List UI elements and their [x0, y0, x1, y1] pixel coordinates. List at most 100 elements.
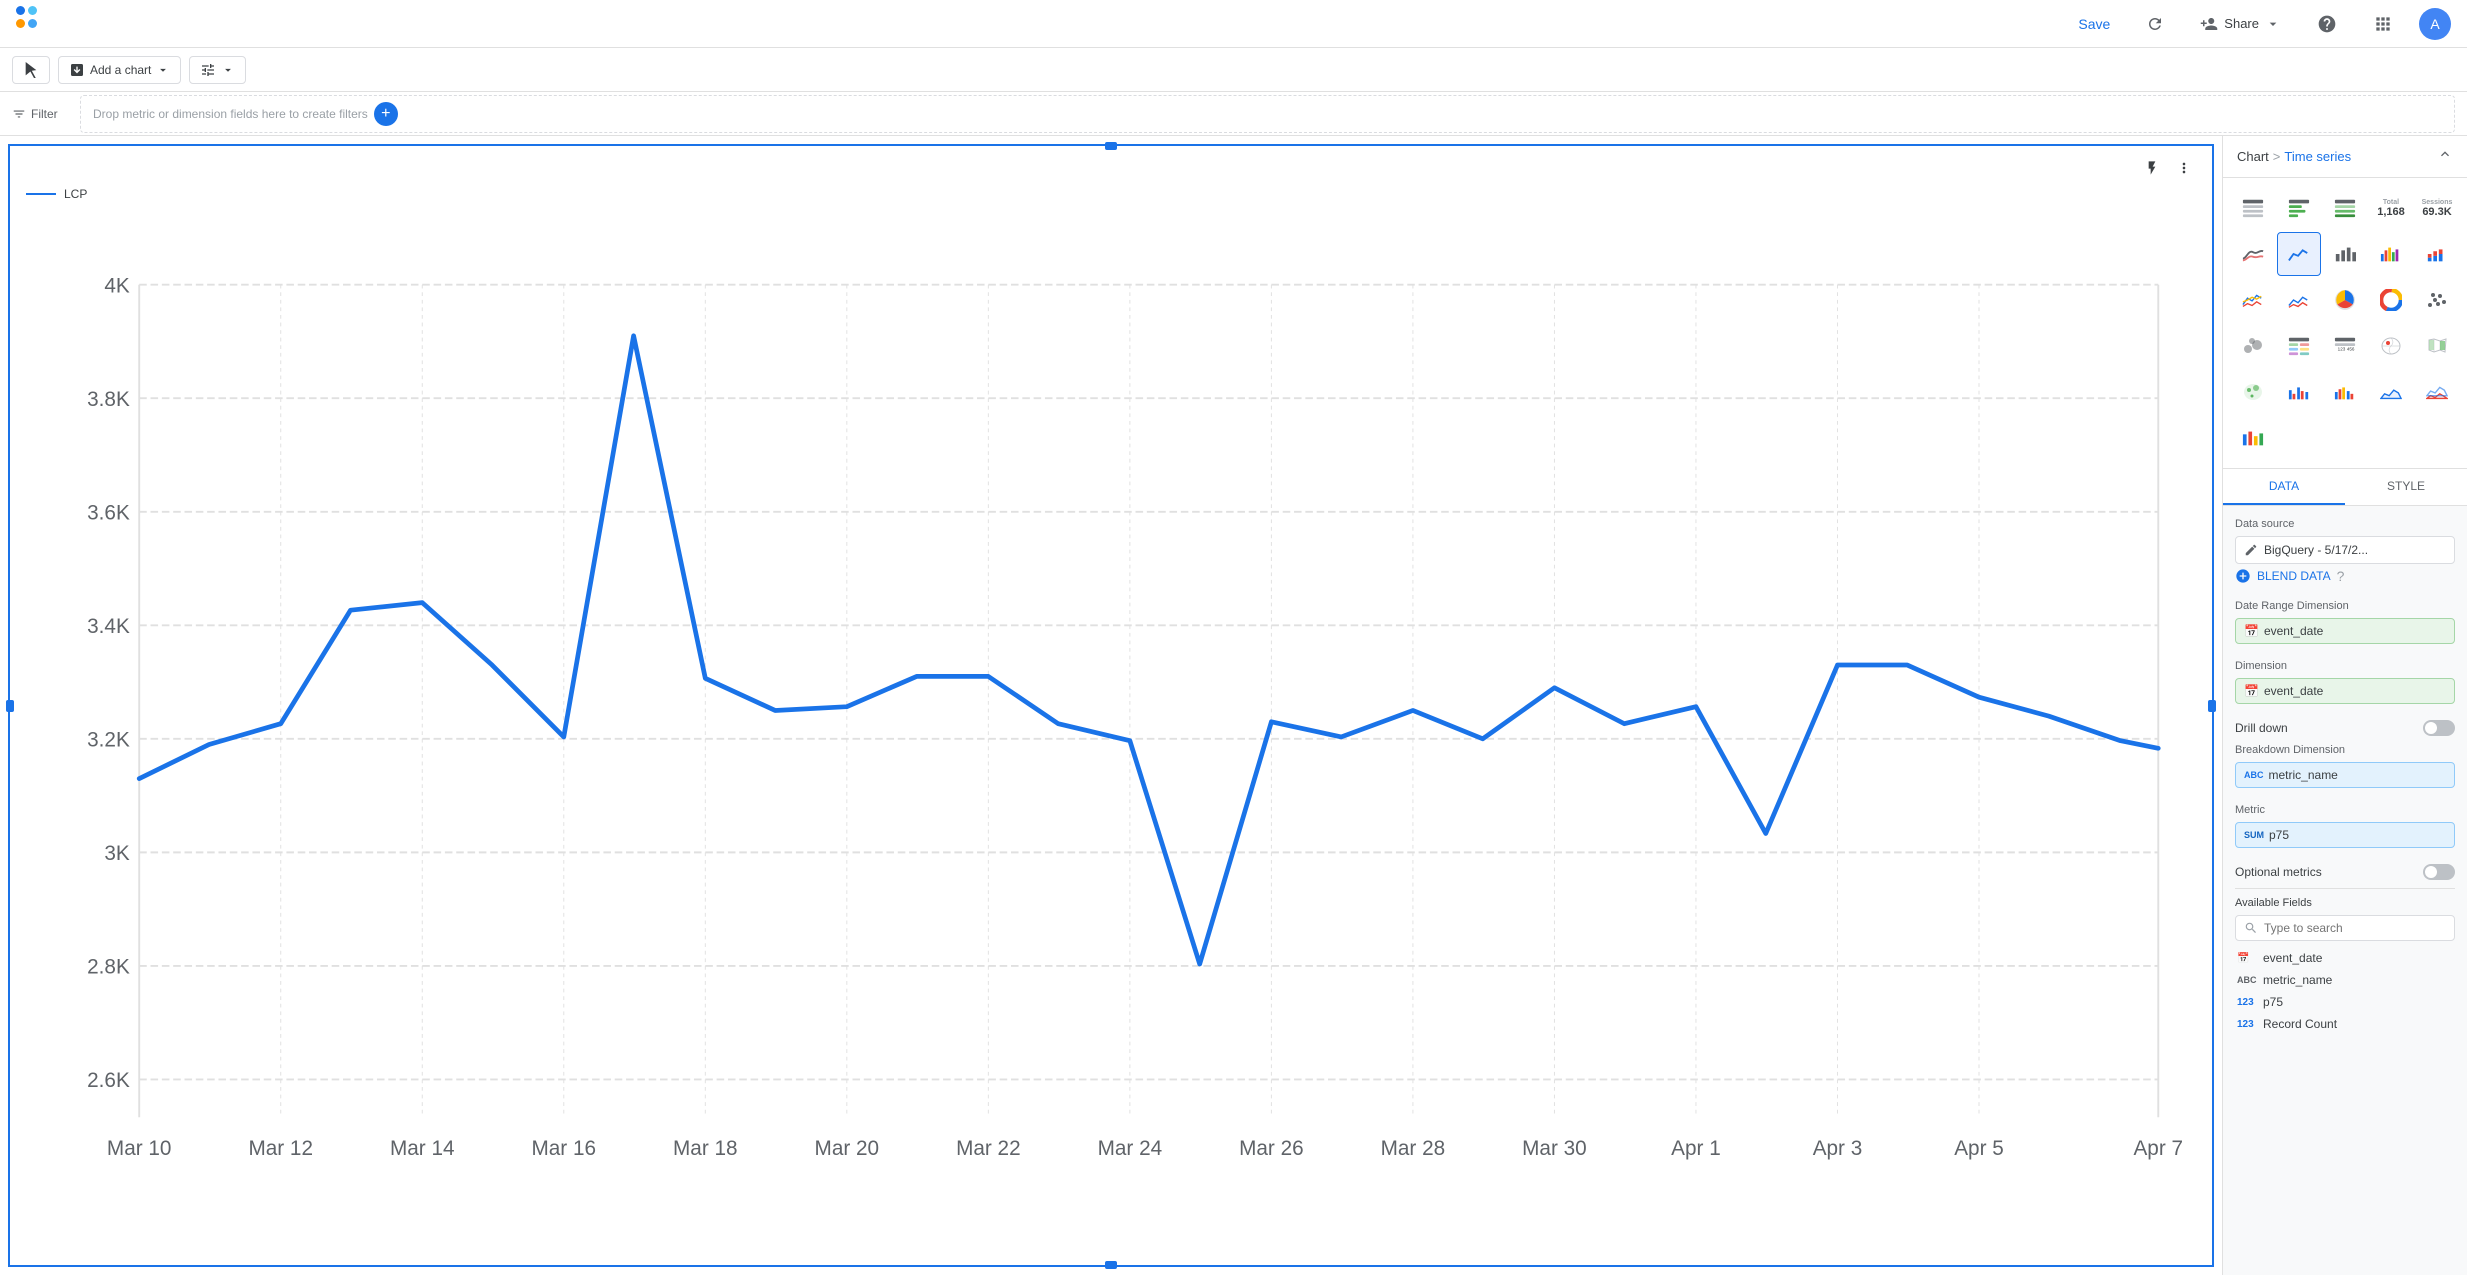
add-collaborator-button[interactable]: Share — [2190, 9, 2291, 39]
dim-calendar-icon: 📅 — [2244, 684, 2259, 698]
chart-type-multibar[interactable] — [2369, 232, 2413, 276]
blend-data-row[interactable]: BLEND DATA ? — [2235, 568, 2455, 584]
chart-type-geo1[interactable] — [2369, 324, 2413, 368]
metric-title: Metric — [2235, 804, 2455, 816]
table-heatbar-icon — [2288, 335, 2310, 357]
chart-type-table1[interactable] — [2231, 186, 2275, 230]
refresh-button[interactable] — [2136, 9, 2174, 39]
svg-text:Mar 12: Mar 12 — [248, 1137, 313, 1160]
chart-type-table2[interactable] — [2277, 186, 2321, 230]
chart-type-area2[interactable] — [2415, 370, 2459, 414]
more-vert-icon — [2176, 160, 2192, 176]
metric-field-chip[interactable]: SUM p75 — [2235, 822, 2455, 848]
chart-type-smoothline[interactable] — [2231, 232, 2275, 276]
chart-type-colored-bar[interactable] — [2231, 416, 2275, 460]
bar-icon — [2334, 243, 2356, 265]
grid-button[interactable] — [2363, 8, 2403, 40]
control-button[interactable] — [189, 56, 246, 84]
chart-type-bar-grouped[interactable] — [2277, 370, 2321, 414]
chart-type-scorecard2[interactable]: Sessions 69.3K — [2415, 186, 2459, 230]
date-range-field-chip[interactable]: 📅 event_date — [2235, 618, 2455, 644]
add-chart-dropdown-icon — [156, 63, 170, 77]
resize-handle-right[interactable] — [2208, 700, 2216, 712]
tab-data[interactable]: DATA — [2223, 469, 2345, 505]
chart-type-bubble[interactable] — [2231, 324, 2275, 368]
chart-menu-button[interactable] — [2172, 158, 2196, 183]
breadcrumb-current: Time series — [2284, 149, 2351, 164]
dimension-title: Dimension — [2235, 660, 2455, 672]
chart-type-stackedbar[interactable] — [2415, 232, 2459, 276]
data-source-row[interactable]: BigQuery - 5/17/2... — [2235, 536, 2455, 564]
topbar-right: Save Share A — [2068, 8, 2451, 40]
add-person-icon — [2200, 15, 2218, 33]
filter-label: Filter — [12, 107, 72, 121]
chart-type-geo3[interactable] — [2231, 370, 2275, 414]
optional-metrics-toggle[interactable] — [2423, 864, 2455, 880]
resize-handle-top[interactable] — [1105, 142, 1117, 150]
dimension-field-chip[interactable]: 📅 event_date — [2235, 678, 2455, 704]
cursor-button[interactable] — [12, 56, 50, 84]
panel-close-button[interactable] — [2437, 146, 2453, 167]
num-type-icon-record-count: 123 — [2237, 1019, 2257, 1030]
svg-text:Apr 3: Apr 3 — [1813, 1137, 1863, 1160]
chart-type-timeseries[interactable] — [2277, 232, 2321, 276]
save-button[interactable]: Save — [2068, 10, 2120, 38]
chart-type-scatter[interactable] — [2415, 278, 2459, 322]
breakdown-title: Breakdown Dimension — [2235, 744, 2455, 756]
svg-text:Mar 22: Mar 22 — [956, 1137, 1021, 1160]
dimension-field-name: event_date — [2264, 684, 2323, 698]
breadcrumb-chart: Chart — [2237, 149, 2269, 164]
bubble-icon — [2242, 335, 2264, 357]
search-icon — [2244, 921, 2258, 935]
svg-text:Mar 16: Mar 16 — [532, 1137, 597, 1160]
breakdown-field-chip[interactable]: ABC metric_name — [2235, 762, 2455, 788]
filter-bar: Filter Drop metric or dimension fields h… — [0, 92, 2467, 136]
filter-drop-zone[interactable]: Drop metric or dimension fields here to … — [80, 95, 2455, 133]
field-item-record-count[interactable]: 123 Record Count — [2235, 1013, 2455, 1035]
chart-type-geo2[interactable] — [2415, 324, 2459, 368]
field-item-p75[interactable]: 123 p75 — [2235, 991, 2455, 1013]
chart-type-bar-grouped2[interactable] — [2323, 370, 2367, 414]
add-chart-label: Add a chart — [90, 63, 151, 77]
field-item-label-record-count: Record Count — [2263, 1017, 2337, 1031]
chart-type-bar[interactable] — [2323, 232, 2367, 276]
abc-icon: ABC — [2244, 770, 2264, 780]
chart-type-donut[interactable] — [2369, 278, 2413, 322]
chart-type-table-numbers[interactable]: 123 456 — [2323, 324, 2367, 368]
help-blend-icon[interactable]: ? — [2337, 568, 2345, 584]
chart-type-multiline[interactable] — [2231, 278, 2275, 322]
field-item-label-p75: p75 — [2263, 995, 2283, 1009]
field-item-label-event-date: event_date — [2263, 951, 2322, 965]
field-item-metric-name[interactable]: ABC metric_name — [2235, 969, 2455, 991]
chart-type-table-heatbar[interactable] — [2277, 324, 2321, 368]
svg-text:2.8K: 2.8K — [87, 955, 130, 978]
resize-handle-left[interactable] — [6, 700, 14, 712]
legend-label: LCP — [64, 187, 87, 201]
cursor-icon — [23, 62, 39, 78]
chart-inner: LCP — [10, 146, 2212, 1265]
date-range-section: Date Range Dimension 📅 event_date — [2235, 600, 2455, 644]
bolt-icon — [2144, 160, 2160, 176]
chart-type-table3[interactable] — [2323, 186, 2367, 230]
search-input[interactable] — [2264, 921, 2446, 935]
chart-type-pie[interactable] — [2323, 278, 2367, 322]
chart-type-scorecard1[interactable]: Total 1,168 — [2369, 186, 2413, 230]
chart-svg: 4K 3.8K 3.6K 3.4K 3.2K 3K 2.8K 2.6K Mar … — [26, 209, 2196, 1269]
chart-type-area[interactable] — [2369, 370, 2413, 414]
filter-add-button[interactable]: + — [374, 102, 398, 126]
chart-type-multiline2[interactable] — [2277, 278, 2321, 322]
abc-type-icon: ABC — [2237, 975, 2257, 985]
filter-text: Filter — [31, 107, 58, 121]
tab-style[interactable]: STYLE — [2345, 469, 2467, 505]
add-chart-button[interactable]: Add a chart — [58, 56, 181, 84]
field-item-event-date[interactable]: 📅 event_date — [2235, 947, 2455, 969]
right-panel: Chart > Time series — [2222, 136, 2467, 1275]
help-button[interactable] — [2307, 8, 2347, 40]
avatar[interactable]: A — [2419, 8, 2451, 40]
panel-header: Chart > Time series — [2223, 136, 2467, 178]
chart-bolt-button[interactable] — [2140, 158, 2164, 183]
geo1-icon — [2380, 335, 2402, 357]
drill-down-toggle[interactable] — [2423, 720, 2455, 736]
sum-icon: SUM — [2244, 830, 2264, 840]
search-box — [2235, 915, 2455, 941]
